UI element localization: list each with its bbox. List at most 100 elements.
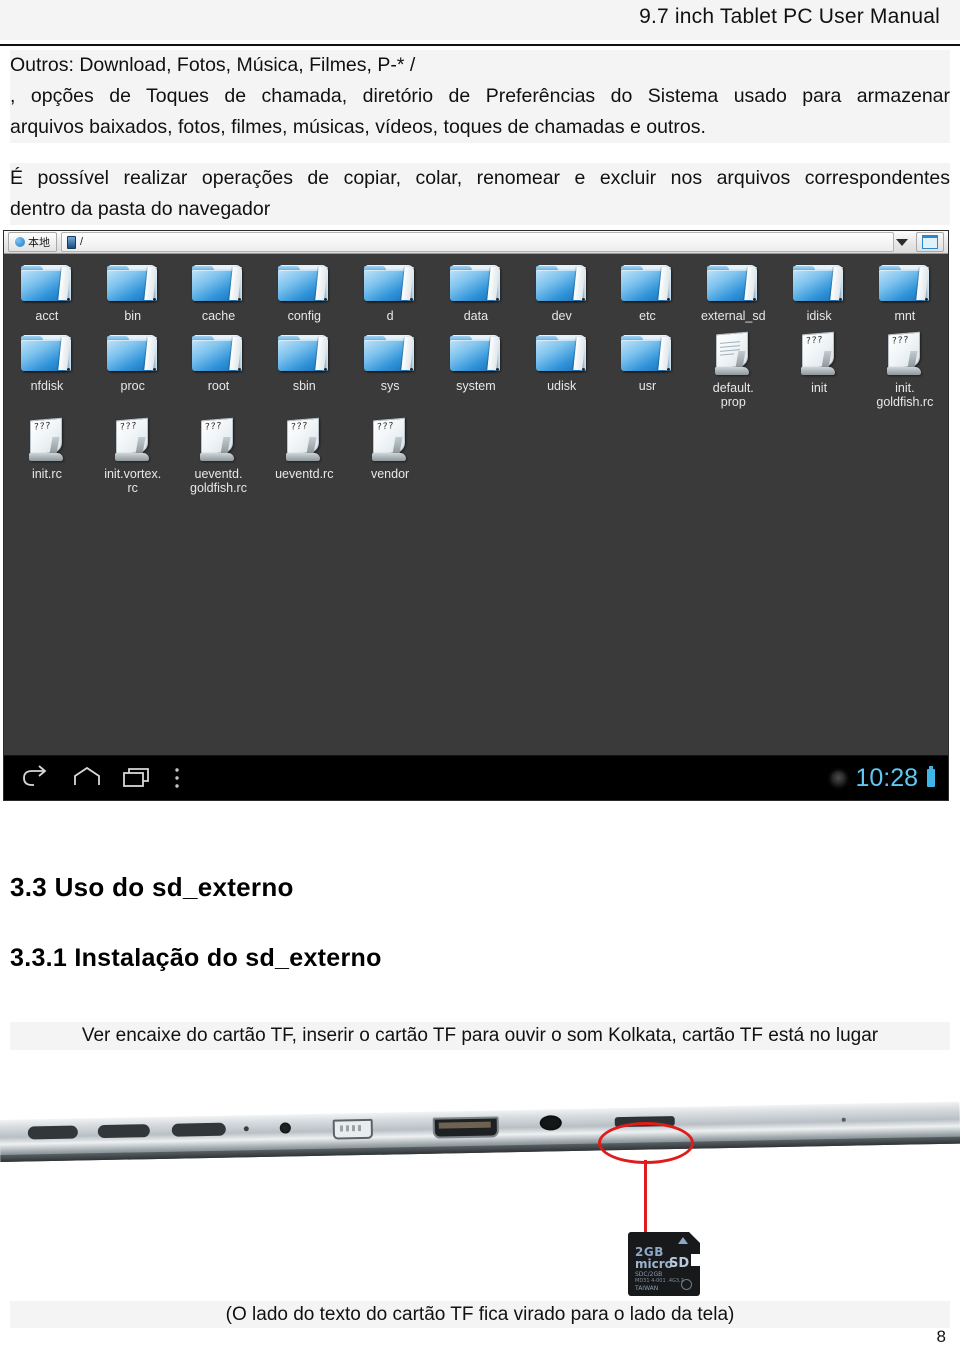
file-label: system [456,379,496,393]
folder-icon [278,333,330,375]
file-item[interactable]: sys [347,323,433,409]
figure-caption-bottom: (O lado do texto do cartão TF fica virad… [10,1301,950,1328]
button-slot [97,1124,150,1139]
overflow-menu-icon[interactable] [172,765,190,791]
section-heading-3-3-1: 3.3.1 Instalação do sd_externo [10,944,382,972]
file-item[interactable]: config [261,253,347,323]
orientation-arrow-icon [678,1237,688,1244]
file-label: init.vortex. rc [104,467,162,495]
card-code: MD31 4-001 .4G3,2 [635,1278,684,1284]
file-item[interactable]: mnt [862,253,948,323]
path-value: / [80,236,84,248]
folder-icon [20,333,73,375]
sd-logo: SD [669,1256,690,1271]
file-label: ueventd. goldfish.rc [190,467,247,495]
file-item[interactable]: ??? ueventd. goldfish.rc [176,409,262,495]
red-ellipse-callout-icon [598,1122,694,1164]
device-icon [67,235,76,249]
chevron-down-icon[interactable] [896,238,908,246]
file-item[interactable]: nfdisk [4,323,90,409]
folder-icon [449,333,502,375]
file-label: init [811,381,828,395]
mini-usb-port [332,1118,374,1140]
card-certification-mark-icon [681,1279,692,1290]
file-item[interactable]: system [433,323,519,409]
file-item[interactable]: root [176,323,262,409]
file-item[interactable]: d [347,253,433,323]
file-manager-toolbar: 本地 / [4,231,948,254]
globe-icon [15,237,25,247]
file-item[interactable]: etc [605,253,691,323]
folder-icon [106,333,159,375]
card-notch [691,1254,700,1266]
file-item[interactable]: bin [90,253,176,323]
file-item[interactable]: idisk [776,253,862,323]
file-item[interactable]: external_sd [690,253,776,323]
card-model: SDC/2GB [635,1271,663,1278]
file-label: bin [124,309,142,323]
microphone-hole [279,1122,291,1134]
paragraph-line: , opções de Toques de chamada, diretório… [10,85,950,107]
file-item[interactable]: ??? init [776,323,862,409]
unknown-file-icon: ??? [879,331,931,377]
battery-icon[interactable] [927,766,935,787]
android-navigation-bar: 10:28 [4,755,948,800]
file-item[interactable]: proc [90,323,176,409]
file-label: vendor [370,467,410,481]
indicator-hole [841,1117,846,1122]
paragraph-line: É possível realizar operações de copiar,… [10,167,950,189]
file-item[interactable]: dev [519,253,605,323]
local-storage-button[interactable]: 本地 [8,232,57,252]
home-icon[interactable] [70,765,104,791]
file-label: external_sd [700,309,766,323]
file-label: sys [380,379,400,393]
file-item[interactable]: udisk [519,323,605,409]
status-area: 10:28 [831,764,935,793]
reset-pinhole [243,1126,249,1132]
file-grid-row: ??? init.rc ??? init.vortex. rc ??? ueve… [4,409,948,495]
headphone-jack [539,1115,562,1131]
file-item[interactable]: default. prop [690,323,776,409]
unknown-file-icon: ??? [793,331,845,377]
file-item[interactable]: ??? ueventd.rc [261,409,347,495]
file-item[interactable]: cache [176,253,262,323]
folder-icon [621,263,673,305]
button-slot [27,1125,78,1140]
file-grid-row: nfdisk proc root sbin sys system udisk u… [4,323,948,409]
file-item[interactable]: usr [605,323,691,409]
paragraph-line: arquivos baixados, fotos, filmes, música… [10,116,706,138]
recent-apps-icon[interactable] [120,765,154,791]
file-item[interactable]: data [433,253,519,323]
folder-icon [793,263,845,305]
file-label: init.rc [31,467,62,481]
file-item[interactable]: ??? init.vortex. rc [90,409,176,495]
tablet-edge [0,1101,960,1162]
microsd-card-image: 2GB micro SD SDC/2GB MD31 4-001 .4G3,2 T… [628,1232,700,1296]
file-label: cache [201,309,236,323]
document-file-icon [707,331,759,377]
file-item[interactable]: ??? init.rc [4,409,90,495]
paragraph-operacoes: É possível realizar operações de copiar,… [10,163,950,225]
file-label: acct [35,309,59,323]
file-label: nfdisk [30,379,64,393]
folder-icon [192,333,244,375]
file-manager-screenshot: 本地 / acct bin cache config d data dev et… [4,231,948,800]
file-grid-row: acct bin cache config d data dev etc ext… [4,253,948,323]
notification-dot-icon[interactable] [831,770,847,786]
path-bar[interactable]: / [61,232,894,252]
back-arrow-icon[interactable] [20,765,54,791]
red-callout-line-icon [644,1160,647,1235]
section-heading-3-3: 3.3 Uso do sd_externo [10,872,294,902]
paragraph-outros: Outros: Download, Fotos, Música, Filmes,… [10,50,950,143]
unknown-file-icon: ??? [278,417,330,463]
tablet-edge-photo [0,1098,960,1188]
file-label: proc [120,379,145,393]
window-icon[interactable] [916,232,944,252]
file-item[interactable]: ??? init. goldfish.rc [862,323,948,409]
file-item[interactable]: sbin [261,323,347,409]
file-item[interactable]: acct [4,253,90,323]
file-item[interactable]: ??? vendor [347,409,433,495]
file-label: mnt [894,309,916,323]
file-label: init. goldfish.rc [876,381,934,409]
hdmi-port [432,1116,500,1139]
